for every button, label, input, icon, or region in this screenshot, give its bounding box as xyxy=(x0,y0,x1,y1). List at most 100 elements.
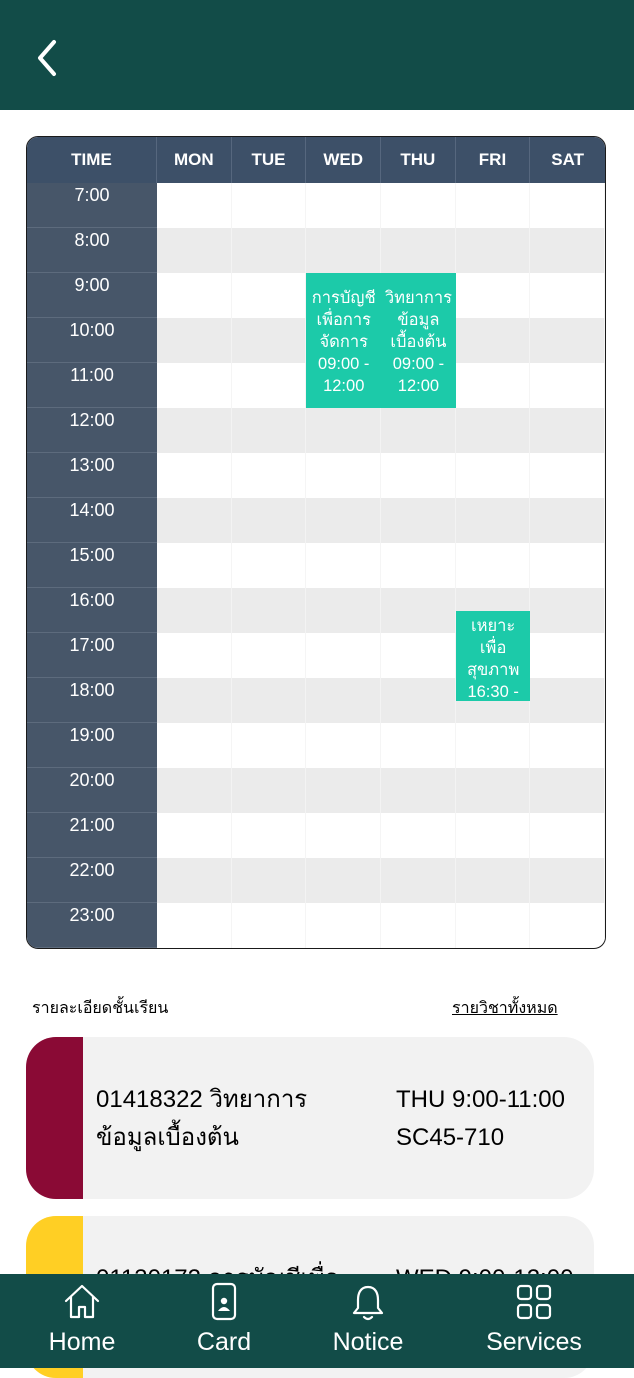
timetable-cell xyxy=(157,363,232,408)
timetable-cell xyxy=(157,408,232,453)
timetable-cell xyxy=(456,498,531,543)
class-details-label: รายละเอียดชั้นเรียน xyxy=(32,1000,169,1017)
event-text-line: 09:00 - xyxy=(318,355,370,373)
timetable-cell xyxy=(306,453,382,498)
timetable-cell xyxy=(306,678,382,723)
timetable-cell xyxy=(530,408,605,453)
course-title-line: ข้อมูลเบื้องต้น xyxy=(96,1124,239,1151)
home-icon xyxy=(64,1284,100,1319)
header-mon: MON xyxy=(157,137,232,183)
timetable-row xyxy=(157,228,605,273)
header-time: TIME xyxy=(27,137,157,183)
nav-card[interactable]: Card xyxy=(174,1274,274,1368)
timetable-cell xyxy=(530,273,605,318)
event-text-line: เหยาะ xyxy=(470,616,516,635)
class-event[interactable]: วิทยาการ ข้อมูล เบื้องต้น 09:00 - 12:00 xyxy=(381,273,456,408)
timetable-cell xyxy=(456,183,531,228)
timetable-cell xyxy=(530,858,605,903)
timetable-row xyxy=(157,183,605,228)
header-tue: TUE xyxy=(232,137,307,183)
time-label: 8:00 xyxy=(27,228,157,273)
nav-home[interactable]: Home xyxy=(32,1274,132,1368)
timetable-cell xyxy=(530,588,605,633)
timetable-cell xyxy=(232,813,307,858)
class-event[interactable]: การบัญชี เพื่อการ จัดการ 09:00 - 12:00 xyxy=(306,273,382,408)
timetable-cell xyxy=(157,903,232,948)
grid-icon xyxy=(516,1284,552,1320)
course-color-bar xyxy=(26,1037,83,1199)
timetable-cell xyxy=(530,453,605,498)
timetable-cell xyxy=(456,858,531,903)
timetable-cell xyxy=(530,363,605,408)
time-label: 11:00 xyxy=(27,363,157,408)
timetable-cell xyxy=(456,228,531,273)
course-card[interactable]: 01418322 วิทยาการ ข้อมูลเบื้องต้น THU 9:… xyxy=(26,1037,594,1199)
timetable-cell xyxy=(306,408,382,453)
timetable-cell xyxy=(381,678,456,723)
event-text-line: วิทยาการ xyxy=(384,289,453,307)
timetable-cell xyxy=(530,498,605,543)
timetable-cell xyxy=(381,813,456,858)
timetable-cell xyxy=(232,228,307,273)
timetable-row xyxy=(157,768,605,813)
timetable-cell xyxy=(381,633,456,678)
timetable-cell xyxy=(157,678,232,723)
timetable-header: TIME MON TUE WED THU FRI SAT xyxy=(27,137,605,183)
timetable-cell xyxy=(157,543,232,588)
timetable-row xyxy=(157,723,605,768)
timetable-cell xyxy=(232,858,307,903)
timetable-cell xyxy=(306,588,382,633)
timetable-cell xyxy=(157,723,232,768)
timetable-cell xyxy=(456,318,531,363)
timetable-cell xyxy=(530,723,605,768)
event-text-line: 16:30 - xyxy=(467,682,519,701)
event-text-line: เบื้องต้น xyxy=(390,333,447,351)
timetable-cell xyxy=(530,543,605,588)
chevron-left-icon[interactable] xyxy=(30,36,64,80)
event-text-line: 12:00 xyxy=(323,377,365,395)
timetable-cell xyxy=(456,363,531,408)
timetable-cell xyxy=(232,588,307,633)
timetable-cell xyxy=(381,858,456,903)
timetable-cell xyxy=(157,228,232,273)
timetable-cell xyxy=(456,903,531,948)
header-wed: WED xyxy=(306,137,381,183)
nav-services[interactable]: Services xyxy=(474,1274,594,1368)
timetable-cell xyxy=(157,453,232,498)
timetable-cell xyxy=(157,813,232,858)
time-label: 12:00 xyxy=(27,408,157,453)
time-label: 15:00 xyxy=(27,543,157,588)
time-label: 19:00 xyxy=(27,723,157,768)
timetable-cell xyxy=(530,678,605,723)
timetable-cell xyxy=(381,723,456,768)
timetable-row xyxy=(157,678,605,723)
class-event[interactable]: เหยาะ เพื่อ สุขภาพ 16:30 - xyxy=(455,610,531,701)
timetable-cell xyxy=(232,408,307,453)
timetable-row xyxy=(157,633,605,678)
nav-card-label: Card xyxy=(196,1328,252,1356)
timetable-cell xyxy=(232,678,307,723)
timetable-row xyxy=(157,453,605,498)
header-sat: SAT xyxy=(551,150,585,169)
timetable-cell xyxy=(306,543,382,588)
timetable-cell xyxy=(157,318,232,363)
nav-services-label: Services xyxy=(486,1328,582,1356)
bell-icon xyxy=(352,1285,384,1321)
timetable-cell xyxy=(306,183,382,228)
course-schedule: THU 9:00-11:00 SC45-710 xyxy=(396,1081,594,1157)
course-time: THU 9:00-11:00 xyxy=(396,1086,565,1113)
timetable-cell xyxy=(456,453,531,498)
timetable-row xyxy=(157,588,605,633)
timetable-cell xyxy=(456,408,531,453)
timetable-cell xyxy=(306,903,382,948)
time-label: 22:00 xyxy=(27,858,157,903)
nav-notice[interactable]: Notice xyxy=(318,1274,418,1368)
timetable-cell xyxy=(157,588,232,633)
timetable-cell xyxy=(157,273,232,318)
nav-home-label: Home xyxy=(48,1328,116,1356)
timetable-cell xyxy=(306,723,382,768)
all-courses-link[interactable]: รายวิชาทั้งหมด xyxy=(452,996,558,1021)
timetable-cell xyxy=(381,543,456,588)
timetable-cell xyxy=(232,543,307,588)
timetable-cell xyxy=(232,768,307,813)
